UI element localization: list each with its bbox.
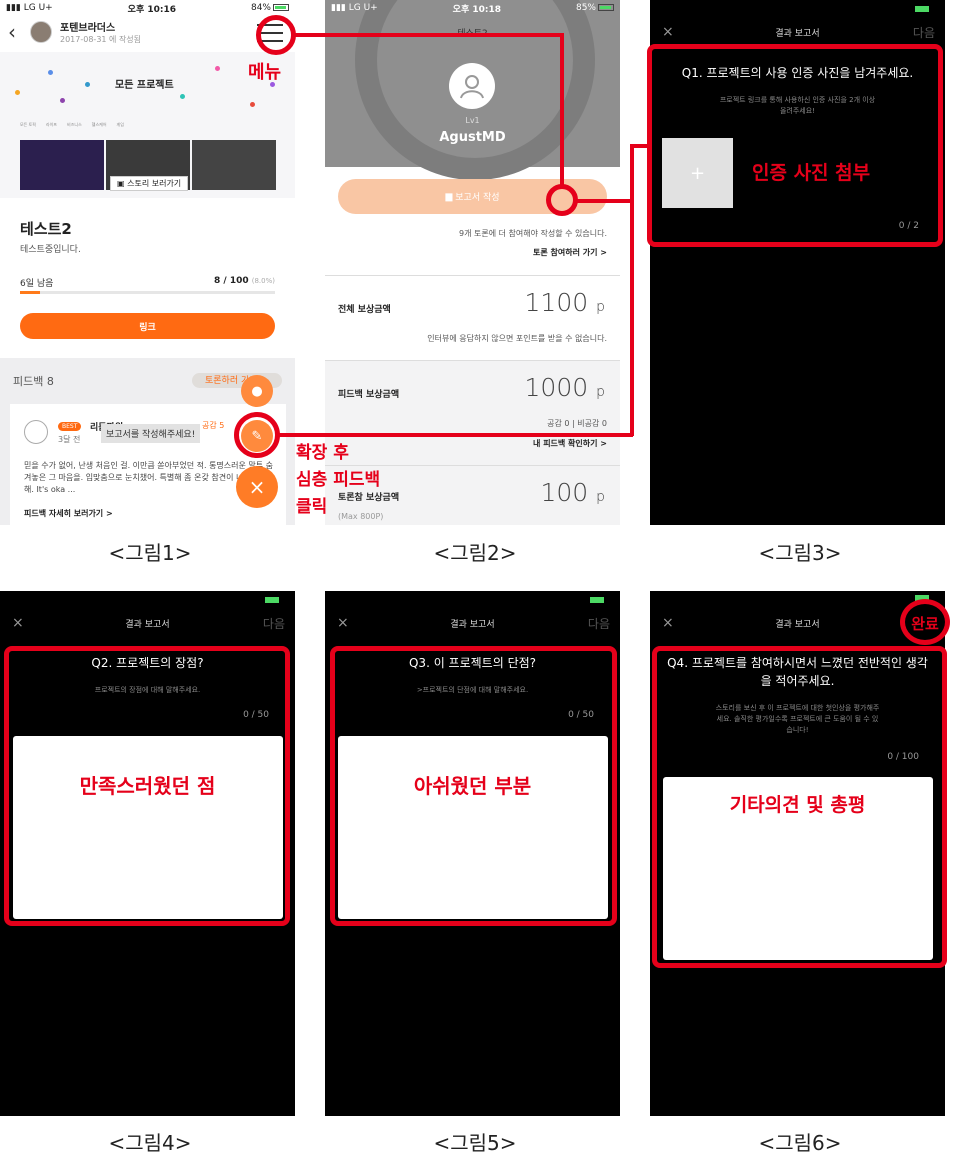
report-title: 결과 보고서 [125,620,170,630]
battery-label: 84% [250,3,271,13]
project-title: 테스트2 [20,220,72,238]
connector-line [295,33,563,37]
feedback-time: 3달 전 [58,435,81,444]
signal-icon: ▮▮▮ [331,3,346,13]
annotation-expand: 확장 후 심층 피드백 클릭 [296,443,381,517]
feedback-header: 피드백 8 [13,375,54,388]
reward-note: 인터뷰에 응답하지 않으면 포인트를 받을 수 없습니다. [427,334,607,343]
battery-label: 85% [575,3,596,13]
done-button[interactable]: 완료 [900,613,950,634]
story-button[interactable]: ▣ 스토리 보러가기 [110,176,189,191]
feedback-likes: 공감 5 [202,421,225,430]
banner-tabs: 모든 토픽 라이프 비즈니스 헬스케어 게임 [20,122,124,128]
battery-icon [590,597,604,603]
author-name: 포텐브라더스 [60,23,116,34]
progress-count: 8 / 100 (8.0%) [214,276,275,286]
banner-title: 모든 프로젝트 [115,80,174,91]
carrier-label: LG U+ [348,3,378,13]
progress-bar [20,291,275,294]
battery-icon [915,6,929,12]
report-title: 결과 보고서 [775,29,820,39]
annotation-satisfied: 만족스러웠던 점 [79,774,216,798]
menu-highlight-circle [256,15,296,55]
total-reward-row: 전체 보상금액 1100 p 인터뷰에 응답하지 않으면 포인트를 받을 수 없… [325,275,620,360]
connector-line [279,433,633,437]
profile-header: ▮▮▮ LG U+ 오후 10:18 85% 테스트2 Lv1 AgustMD [325,0,620,180]
figure-caption: <그림4> [108,1131,192,1155]
q1-highlight-box [647,44,943,247]
battery-icon [265,597,279,603]
nav-bar: ‹ 포텐브라더스 2017-08-31 에 작성됨 [0,16,295,48]
signal-icon: ▮▮▮ [6,3,21,13]
days-left: 6일 남음 [20,279,54,289]
avatar [30,21,52,43]
status-bar: ▮▮▮ LG U+ 오후 10:18 85% [325,0,620,16]
go-debate-link[interactable]: 토론 참여하러 가기 > [533,247,607,258]
report-header: × 결과 보고서 다음 [650,24,945,44]
figure-caption: <그림6> [758,1131,842,1155]
next-button[interactable]: 다음 [913,24,935,41]
reward-amount: 1000 [524,373,589,402]
battery-icon [272,4,289,11]
annotation-attach: 인증 사진 첨부 [752,162,871,184]
banner-tab[interactable]: 게임 [117,122,124,128]
my-feedback-link[interactable]: 내 피드백 확인하기 > [533,438,607,449]
need-more-text: 9개 토론에 더 참여해야 작성할 수 있습니다. [458,229,607,238]
banner-tab[interactable]: 모든 토픽 [20,122,36,128]
figure-caption: <그림3> [758,541,842,565]
status-time: 오후 10:18 [452,4,502,15]
project-thumbnail[interactable] [20,140,104,190]
banner-tab[interactable]: 비즈니스 [67,122,82,128]
close-fab-icon[interactable]: × [236,466,278,508]
username: AgustMD [439,130,506,145]
annotation-menu: 메뉴 [248,62,282,83]
report-button-highlight [546,184,578,216]
back-chevron-icon[interactable]: ‹ [8,20,22,44]
reward-amount: 100 [540,478,589,507]
connector-line [630,144,634,436]
annotation-other: 기타의견 및 총평 [729,794,866,816]
user-level: Lv1 [465,116,480,125]
best-badge: BEST [58,422,82,431]
author-date: 2017-08-31 에 작성됨 [60,35,142,44]
row-label: 피드백 보상금액 [338,390,400,400]
connector-line [576,199,634,203]
row-label: 전체 보상금액 [338,305,391,315]
vote-counts: 공감 0 | 비공감 0 [547,419,607,428]
battery-icon [597,4,614,11]
figure-caption: <그림1> [108,541,192,565]
user-avatar-icon [449,63,495,109]
figure-caption: <그림5> [433,1131,517,1155]
project-thumbnail[interactable] [192,140,276,190]
report-icon: ▆ [445,191,456,202]
status-time: 오후 10:16 [127,4,177,15]
connector-line [560,33,564,185]
report-fab-highlight [234,412,280,458]
next-button[interactable]: 다음 [263,615,285,632]
status-bar: ▮▮▮ LG U+ 오후 10:16 84% [0,0,295,16]
report-title: 결과 보고서 [450,620,495,630]
write-report-tooltip: 보고서를 작성해주세요! [101,424,201,443]
figure-caption: <그림2> [433,541,517,565]
project-description: 테스트중입니다. [20,245,81,255]
link-button[interactable]: 링크 [20,313,275,339]
feedback-more-link[interactable]: 피드백 자세히 보러가기 > [24,508,113,519]
report-header: × 결과 보고서 다음 [0,615,295,635]
report-header: × 결과 보고서 다음 [325,615,620,635]
next-button[interactable]: 다음 [588,615,610,632]
annotation-regret: 아쉬웠던 부분 [413,774,532,798]
chat-fab-icon[interactable]: ● [241,375,273,407]
user-avatar-icon [24,420,48,444]
banner-tab[interactable]: 라이프 [46,122,57,128]
carrier-label: LG U+ [23,3,53,13]
reward-amount: 1100 [524,288,589,317]
banner-tab[interactable]: 헬스케어 [92,122,107,128]
